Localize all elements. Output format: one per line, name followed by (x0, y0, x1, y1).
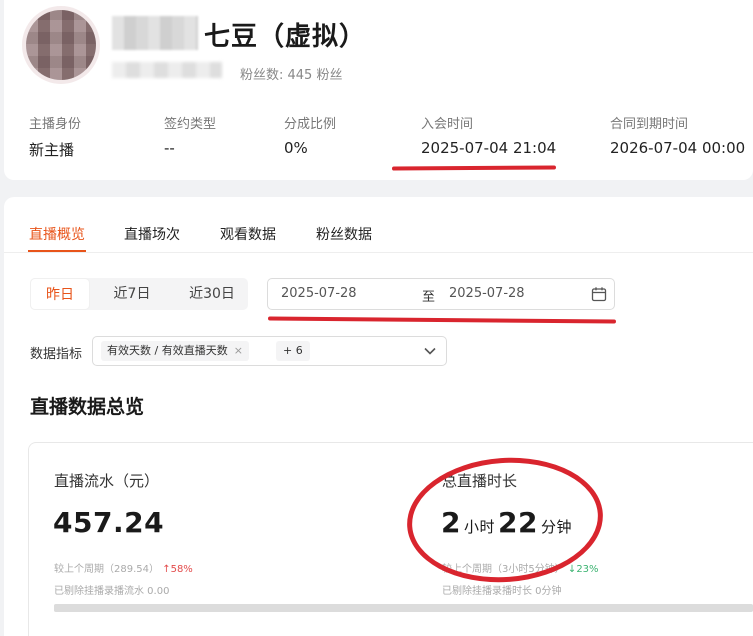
tab-live-sessions[interactable]: 直播场次 (124, 224, 180, 244)
tabs-divider (4, 252, 753, 253)
revenue-change: 58% (170, 564, 193, 575)
id-redacted (112, 62, 222, 78)
revenue-excluded: 已剔除挂播录播流水 0.00 (54, 586, 170, 597)
fans-count: 粉丝数: 445 粉丝 (240, 68, 343, 83)
metric-tag-valid-days: 有效天数 / 有效直播天数 × (101, 341, 249, 361)
quick-date-segment: 昨日 近7日 近30日 (30, 278, 248, 310)
identity-label: 主播身份 (29, 117, 82, 132)
end-date[interactable]: 2025-07-28 (449, 286, 525, 301)
metric-tag-text: 有效天数 / 有效直播天数 (107, 344, 228, 357)
quick-date-yesterday[interactable]: 昨日 (30, 278, 90, 310)
metrics-select[interactable]: 有效天数 / 有效直播天数 × + 6 (92, 336, 447, 366)
progress-track (54, 604, 753, 612)
streamer-name: 七豆（虚拟） (204, 22, 367, 52)
progress-fill (54, 604, 753, 612)
name-redacted (112, 16, 198, 50)
tab-live-overview[interactable]: 直播概览 (29, 224, 85, 244)
revenue-label: 直播流水（元） (54, 472, 160, 490)
chevron-down-icon[interactable] (423, 346, 437, 356)
quick-date-30days[interactable]: 近30日 (176, 278, 248, 310)
arrow-up-icon: ↑ (162, 564, 171, 575)
join-time-label: 入会时间 (421, 117, 474, 132)
duration-change: 23% (576, 564, 599, 575)
start-date[interactable]: 2025-07-28 (281, 286, 357, 301)
tab-viewing-data[interactable]: 观看数据 (220, 224, 276, 244)
metrics-label: 数据指标 (30, 347, 83, 362)
overview-title: 直播数据总览 (30, 396, 145, 418)
contract-type-value: -- (164, 139, 175, 157)
identity-value: 新主播 (29, 141, 75, 159)
date-range-picker[interactable]: 2025-07-28 至 2025-07-28 (267, 278, 615, 310)
duration-excluded: 已剔除挂播录播时长 0分钟 (442, 586, 562, 597)
calendar-icon[interactable] (591, 286, 607, 302)
share-ratio-label: 分成比例 (284, 117, 337, 132)
contract-type-label: 签约类型 (164, 117, 217, 132)
metric-more-count[interactable]: + 6 (276, 341, 310, 361)
join-time-value: 2025-07-04 21:04 (421, 139, 557, 157)
tab-fans-data[interactable]: 粉丝数据 (316, 224, 372, 244)
revenue-compare: 较上个周期（289.54） ↑58% (54, 560, 193, 575)
revenue-compare-label: 较上个周期（289.54） (54, 564, 159, 575)
share-ratio-value: 0% (284, 139, 308, 157)
close-icon[interactable]: × (234, 344, 243, 357)
contract-expiry-label: 合同到期时间 (610, 117, 689, 132)
revenue-value: 457.24 (53, 506, 165, 539)
date-separator: 至 (422, 290, 436, 305)
avatar[interactable] (26, 10, 96, 80)
contract-expiry-value: 2026-07-04 00:00 (610, 139, 746, 157)
quick-date-7days[interactable]: 近7日 (100, 278, 164, 310)
